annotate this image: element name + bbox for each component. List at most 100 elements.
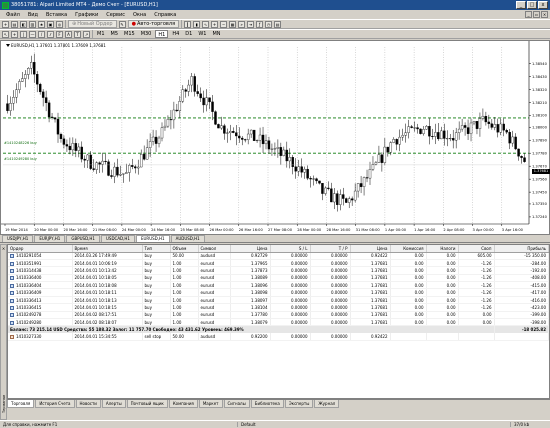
table-row[interactable]: 1410336400 2014.04.01 10:18:05 buy 1.00 euru… (8, 274, 549, 283)
menu-help[interactable]: Справка (150, 12, 180, 18)
table-row[interactable]: 1410314438 2014.04.01 10:13:42 buy 1.00 euru… (8, 266, 549, 275)
col-tp[interactable]: T / P (310, 245, 351, 253)
tab-journal[interactable]: Журнал (314, 400, 340, 408)
periods-icon[interactable]: ◷ (265, 20, 273, 28)
table-row[interactable]: 1410336409 2014.04.01 10:18:11 buy 1.00 euru… (8, 288, 549, 297)
crosshair-icon[interactable]: + (11, 30, 18, 38)
table-cell: 0.00 (426, 252, 459, 260)
col-type[interactable]: Тип (142, 245, 171, 253)
cursor-icon[interactable]: ↖ (2, 30, 9, 38)
timeframe-m1[interactable]: M1 (95, 30, 107, 38)
col-taxes[interactable]: Налоги (426, 245, 459, 253)
market-watch-icon[interactable]: ◧ (20, 20, 27, 28)
minimize-button[interactable]: _ (516, 1, 526, 9)
col-profit[interactable]: Прибыль (494, 245, 549, 253)
tab-mailbox[interactable]: Почтовый ящик (126, 400, 168, 408)
chart-window[interactable]: 1.38540 1.38430 1.38320 1.38210 1.38100 1.380… (0, 40, 550, 235)
chart-tab-audusd[interactable]: AUDUSD,H1 (170, 235, 205, 242)
maximize-button[interactable]: □ (527, 1, 537, 9)
zoom-in-icon[interactable]: + (211, 20, 219, 28)
table-row[interactable]: 1410351991 2014.04.01 10:06:19 buy 1.00 euru… (8, 259, 549, 268)
col-volume[interactable]: Объем (170, 245, 199, 253)
tile-icon[interactable]: ▦ (229, 20, 237, 28)
zoom-out-icon[interactable]: − (220, 20, 228, 28)
table-row[interactable]: 1410327330 2014.04.01 15:34:55 sell stop 50… (8, 333, 549, 342)
mdi-restore-icon[interactable]: ▫ (533, 11, 540, 18)
text-icon[interactable]: A (65, 30, 72, 38)
symbol-menu-icon[interactable] (6, 44, 10, 47)
col-time[interactable]: Время (72, 245, 143, 253)
col-order[interactable]: Ордер (8, 245, 73, 253)
tab-trade[interactable]: Торговля (7, 400, 35, 408)
timeframe-w1[interactable]: W1 (196, 30, 208, 38)
tester-icon[interactable]: ◎ (56, 20, 63, 28)
tab-account-history[interactable]: История Счета (35, 400, 75, 408)
data-window-icon[interactable]: ▥ (29, 20, 36, 28)
col-sl[interactable]: S / L (270, 245, 311, 253)
table-row[interactable]: 1410336413 2014.04.01 10:18:13 buy 1.00 euru… (8, 296, 549, 305)
table-cell: 1.38079 (230, 318, 271, 327)
channel-icon[interactable]: ⫽ (47, 30, 54, 38)
col-commission[interactable]: Комиссия (390, 245, 427, 253)
profiles-icon[interactable]: ▤ (11, 20, 18, 28)
table-row[interactable]: 1410249280 2014.04.02 08:18:07 buy 1.00 euru… (8, 318, 549, 327)
vertical-line-icon[interactable]: | (20, 30, 27, 38)
col-swap[interactable]: Своп (458, 245, 495, 253)
bar-chart-icon[interactable]: ┃ (184, 20, 192, 28)
menu-tools[interactable]: Сервис (102, 12, 129, 18)
table-row[interactable]: 1410336415 2014.04.01 10:18:15 buy 1.00 euru… (8, 303, 549, 312)
close-button[interactable]: x (538, 1, 548, 9)
timeframe-m30[interactable]: M30 (139, 30, 154, 38)
arrows-icon[interactable]: ↗ (83, 30, 90, 38)
col-symbol[interactable]: Символ (198, 245, 231, 253)
timeframe-h4[interactable]: H4 (170, 30, 181, 38)
mdi-minimize-icon[interactable]: _ (525, 11, 532, 18)
menu-window[interactable]: Окна (129, 12, 150, 18)
tab-alerts[interactable]: Алерты (101, 400, 126, 408)
autotrade-button[interactable]: ● Авто-торговля (127, 20, 180, 28)
chart-tab-usdcad[interactable]: USDCAD,H1 (100, 235, 135, 242)
menu-insert[interactable]: Вставка (42, 12, 71, 18)
trendline-icon[interactable]: / (38, 30, 45, 38)
timeframe-m15[interactable]: M15 (122, 30, 137, 38)
chart-tab-eurjpy[interactable]: EURJPY,H1 (34, 235, 66, 242)
new-order-button[interactable]: ⊕ Новый Ордер (68, 20, 117, 28)
chart-tab-eurusd[interactable]: EURUSD,H1 (135, 235, 170, 242)
indicators-icon[interactable]: ƒ (256, 20, 264, 28)
line-chart-icon[interactable]: ∿ (202, 20, 210, 28)
candlestick-icon[interactable]: ▮ (193, 20, 201, 28)
menu-file[interactable]: Файл (2, 12, 24, 18)
table-row[interactable]: 1410291054 2014.03.26 17:49:49 buy 50.00 aud… (8, 252, 549, 260)
table-row[interactable]: 1410249278 2014.04.02 08:17:51 buy 1.00 euru… (8, 311, 549, 320)
col-open-price[interactable]: Цена (230, 245, 271, 253)
chart-tab-gbpusd[interactable]: GBPUSD,H1 (66, 235, 100, 242)
timeframe-d1[interactable]: D1 (183, 30, 194, 38)
menu-charts[interactable]: Графики (71, 12, 102, 18)
mdi-close-icon[interactable]: × (541, 11, 548, 18)
tab-market[interactable]: Маркет (198, 400, 223, 408)
label-icon[interactable]: T (74, 30, 81, 38)
new-chart-icon[interactable]: + (2, 20, 9, 28)
chart-shift-icon[interactable]: ⇥ (247, 20, 255, 28)
table-row[interactable]: 1410336404 2014.04.01 10:18:08 buy 1.00 euru… (8, 281, 549, 290)
menu-view[interactable]: Вид (24, 12, 42, 18)
autoscroll-icon[interactable]: » (238, 20, 246, 28)
price-chart[interactable]: 1.38540 1.38430 1.38320 1.38210 1.38100 1.380… (1, 41, 549, 234)
tab-news[interactable]: Новости (75, 400, 101, 408)
templates-icon[interactable]: ▤ (274, 20, 282, 28)
timeframe-mn[interactable]: MN (210, 30, 222, 38)
tab-experts[interactable]: Эксперты (284, 400, 314, 408)
tab-library[interactable]: Библиотека (250, 400, 284, 408)
horizontal-line-icon[interactable]: — (29, 30, 36, 38)
col-price[interactable]: Цена (350, 245, 391, 253)
terminal-icon[interactable]: ▣ (47, 20, 54, 28)
chart-tab-usdjpy[interactable]: USDJPY,H1 (2, 235, 34, 242)
navigator-icon[interactable]: ★ (38, 20, 45, 28)
tab-signals[interactable]: Сигналы (223, 400, 250, 408)
fibonacci-icon[interactable]: F (56, 30, 63, 38)
timeframe-m5[interactable]: M5 (109, 30, 121, 38)
close-icon[interactable]: × (1, 246, 6, 251)
editor-icon[interactable]: ✎ (118, 20, 126, 28)
timeframe-h1[interactable]: H1 (155, 30, 169, 38)
tab-company[interactable]: Компания (168, 400, 198, 408)
